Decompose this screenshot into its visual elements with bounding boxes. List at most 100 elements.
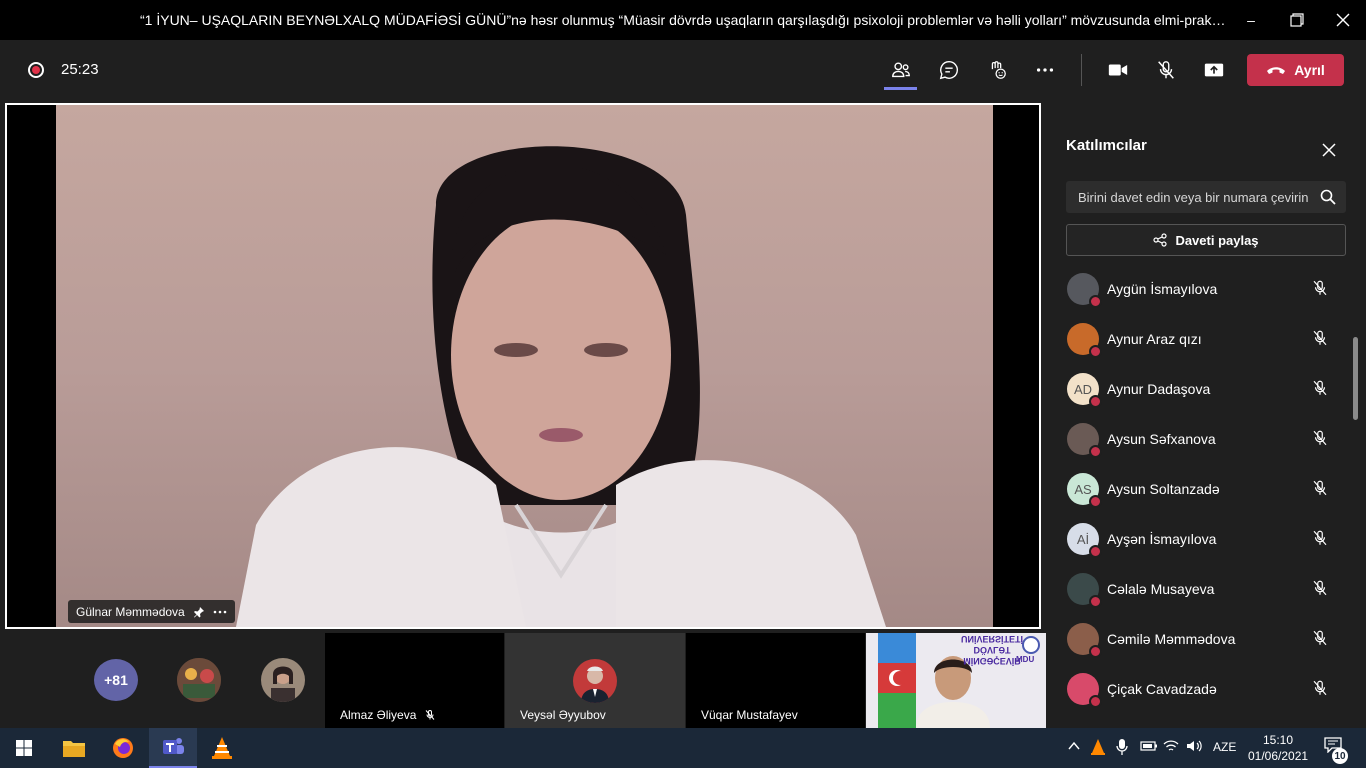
leave-button[interactable]: Ayrıl (1247, 54, 1344, 86)
participant-list-scrollbar[interactable] (1353, 337, 1358, 420)
wifi-icon[interactable] (1163, 739, 1179, 756)
share-invite-button[interactable]: Daveti paylaş (1066, 224, 1346, 256)
close-icon[interactable] (1320, 0, 1366, 40)
invite-input[interactable] (1066, 181, 1316, 213)
status-dot (1089, 495, 1102, 508)
avatar-initials: AD (1073, 381, 1093, 397)
clock[interactable]: 15:10 01/06/2021 (1248, 732, 1308, 764)
participant-tile[interactable]: Veysəl Əyyubov (505, 633, 685, 728)
participant-row[interactable]: Cəlalə Musayeva (1046, 565, 1356, 615)
windows-taskbar: AZE 15:10 01/06/2021 10 (0, 728, 1366, 768)
participant-name: Aynur Dadaşova (1107, 381, 1211, 397)
status-dot (1089, 695, 1102, 708)
meeting-timer: 25:23 (61, 61, 99, 78)
mic-off-icon[interactable] (1311, 479, 1329, 502)
avatar[interactable] (261, 658, 305, 702)
university-banner: MİNGƏÇEVİR DÖVLƏT UNİVERSİTETİ (961, 634, 1024, 666)
mic-off-icon (426, 710, 435, 720)
search-icon[interactable] (1320, 189, 1336, 205)
window-controls: – (1228, 0, 1366, 40)
mic-off-icon[interactable] (1311, 379, 1329, 402)
close-panel-icon[interactable] (1320, 141, 1338, 159)
participant-row[interactable]: AD Aynur Dadaşova (1046, 365, 1356, 415)
participant-tile-video[interactable]: MİNGƏÇEVİR DÖVLƏT UNİVERSİTETİ MDU (866, 633, 1046, 728)
participant-name: Ayşən İsmayılova (1107, 531, 1217, 547)
main-video-stage[interactable]: Gülnar Məmmədova (5, 103, 1041, 629)
participant-row[interactable]: Aynur Araz qızı (1046, 315, 1356, 365)
more-options-icon[interactable] (213, 610, 227, 614)
share-screen-icon[interactable] (1198, 54, 1230, 86)
firefox-icon[interactable] (99, 728, 147, 768)
participant-tile[interactable]: Vüqar Mustafayev (686, 633, 865, 728)
vlc-tray-icon[interactable] (1090, 738, 1106, 759)
camera-icon[interactable] (1102, 54, 1134, 86)
avatar (573, 659, 617, 703)
minimize-icon[interactable]: – (1228, 0, 1274, 40)
participant-row[interactable]: Aygün İsmayılova (1046, 265, 1356, 315)
toolbar-divider (1081, 54, 1082, 86)
more-participants-badge[interactable]: +81 (94, 659, 138, 701)
participant-name: Aynur Araz qızı (1107, 331, 1202, 347)
participant-list: Aygün İsmayılova Aynur Araz qızı AD Aynur D… (1046, 265, 1366, 728)
tile-label: Almaz Əliyeva (340, 708, 436, 722)
speaker-name: Gülnar Məmmədova (76, 604, 185, 619)
restore-icon[interactable] (1274, 0, 1320, 40)
participant-row[interactable]: Aİ Ayşən İsmayılova (1046, 515, 1356, 565)
speaker-video-frame (236, 146, 886, 627)
mic-off-icon[interactable] (1311, 629, 1329, 652)
participant-row[interactable]: Cəmilə Məmmədova (1046, 615, 1356, 665)
mic-off-icon[interactable] (1311, 679, 1329, 702)
more-options-icon[interactable] (1029, 54, 1061, 86)
status-dot (1089, 645, 1102, 658)
invite-search (1066, 181, 1346, 213)
participants-icon[interactable] (885, 54, 917, 86)
tile-label: Veysəl Əyyubov (520, 708, 606, 722)
participant-row[interactable]: Aysun Səfxanova (1046, 415, 1356, 465)
participant-row[interactable]: Çiçak Cavadzadə (1046, 665, 1356, 715)
university-abbr: MDU (1016, 655, 1035, 664)
speaker-video: Gülnar Məmmədova (56, 105, 993, 627)
mic-off-icon[interactable] (1311, 329, 1329, 352)
avatar-initials: Aİ (1076, 531, 1090, 547)
participant-name: Aygün İsmayılova (1107, 281, 1218, 297)
tile-label: Vüqar Mustafayev (701, 708, 798, 722)
avatar-initials: AS (1074, 481, 1092, 497)
mic-off-icon[interactable] (1311, 529, 1329, 552)
participants-panel: Katılımcılar Daveti paylaş Aygün İsmayıl… (1046, 103, 1366, 728)
reactions-icon[interactable] (981, 54, 1013, 86)
status-dot (1089, 295, 1102, 308)
tile-name: Vüqar Mustafayev (701, 708, 798, 722)
clock-date: 01/06/2021 (1248, 749, 1309, 763)
windows-start-icon[interactable] (0, 728, 48, 768)
mic-off-icon[interactable] (1311, 429, 1329, 452)
participant-tile[interactable]: Almaz Əliyeva (325, 633, 504, 728)
teams-icon[interactable] (149, 728, 197, 768)
chat-icon[interactable] (933, 54, 965, 86)
mic-off-icon[interactable] (1311, 279, 1329, 302)
status-dot (1089, 345, 1102, 358)
participants-active-indicator (884, 87, 917, 90)
vlc-icon[interactable] (198, 728, 246, 768)
avatar[interactable] (177, 658, 221, 702)
notification-count-badge: 10 (1332, 748, 1348, 764)
title-bar: “1 İYUN– UŞAQLARIN BEYNƏLXALQ MÜDAFİƏSİ … (0, 0, 1366, 40)
volume-icon[interactable] (1186, 739, 1204, 756)
input-language[interactable]: AZE (1213, 740, 1236, 754)
pin-icon[interactable] (193, 606, 205, 618)
file-explorer-icon[interactable] (50, 728, 98, 768)
battery-icon[interactable] (1140, 739, 1158, 756)
status-dot (1089, 395, 1102, 408)
participant-name: Çiçak Cavadzadə (1107, 681, 1217, 697)
mic-off-icon[interactable] (1150, 54, 1182, 86)
status-dot (1089, 445, 1102, 458)
chevron-up-icon[interactable] (1068, 740, 1080, 754)
panel-title: Katılımcılar (1066, 137, 1147, 154)
participant-row[interactable]: AS Aysun Soltanzadə (1046, 465, 1356, 515)
window-title: “1 İYUN– UŞAQLARIN BEYNƏLXALQ MÜDAFİƏSİ … (140, 12, 1226, 28)
microphone-tray-icon[interactable] (1116, 738, 1128, 759)
leave-label: Ayrıl (1294, 62, 1325, 78)
mic-off-icon[interactable] (1311, 579, 1329, 602)
participant-name: Aysun Səfxanova (1107, 431, 1216, 447)
tile-name: Veysəl Əyyubov (520, 708, 606, 722)
participant-name: Cəlalə Musayeva (1107, 581, 1215, 597)
